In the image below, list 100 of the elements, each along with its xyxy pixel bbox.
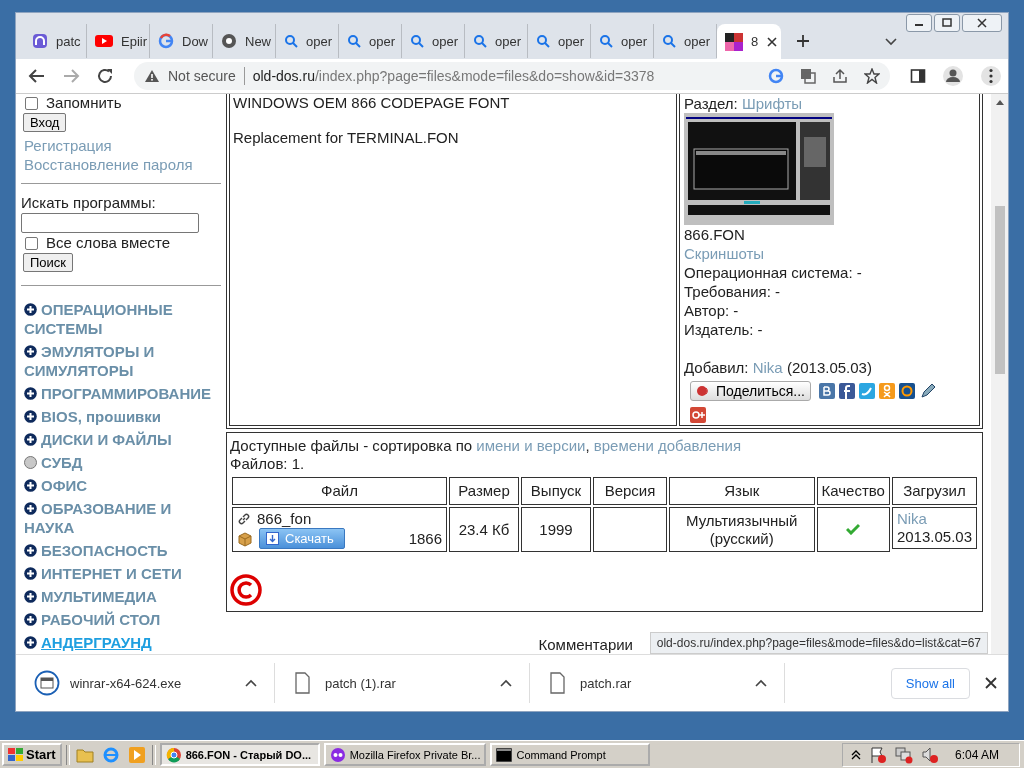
link-icon bbox=[237, 512, 251, 526]
google-plus-icon[interactable] bbox=[690, 407, 706, 423]
address-bar[interactable]: Not secure old-dos.ru/index.php?page=files&mode=files&do=show&id=3378 bbox=[134, 62, 890, 90]
back-icon[interactable] bbox=[28, 67, 46, 85]
google-icon[interactable] bbox=[768, 68, 784, 84]
facebook-icon[interactable] bbox=[839, 383, 855, 399]
size-cell: 23.4 Кб bbox=[449, 507, 519, 552]
browser-tab[interactable]: Epiir bbox=[87, 24, 150, 58]
tab-title: oper bbox=[432, 33, 459, 49]
app-icon bbox=[32, 33, 48, 49]
search-icon bbox=[410, 34, 424, 48]
column-header: Версия bbox=[593, 477, 667, 505]
taskbar-button[interactable]: Command Prompt bbox=[490, 743, 651, 766]
mail-icon[interactable] bbox=[899, 383, 915, 399]
close-icon[interactable] bbox=[984, 676, 998, 690]
star-icon[interactable] bbox=[864, 68, 880, 84]
chevron-down-icon[interactable] bbox=[884, 37, 898, 47]
login-button[interactable]: Вход bbox=[23, 113, 67, 132]
download-count: 1866 bbox=[408, 529, 442, 548]
file-name[interactable]: 866_fon bbox=[257, 510, 312, 528]
info-field: Операционная система: - bbox=[684, 263, 862, 282]
chrome-icon bbox=[221, 33, 237, 49]
share-icon[interactable] bbox=[832, 68, 848, 84]
close-button[interactable] bbox=[962, 14, 1002, 32]
sort-label: Доступные файлы - сортировка по bbox=[230, 437, 473, 454]
language-cell: Мультиязычный (русский) bbox=[669, 507, 815, 552]
download-icon bbox=[266, 532, 279, 545]
reload-icon[interactable] bbox=[96, 67, 114, 85]
remember-label: Запомнить bbox=[46, 94, 122, 112]
flag-icon[interactable] bbox=[868, 745, 887, 764]
dos-logo-icon bbox=[725, 32, 743, 51]
console-icon bbox=[496, 747, 513, 762]
tab-title: oper bbox=[621, 33, 648, 49]
share-button[interactable]: Поделиться... bbox=[690, 381, 811, 401]
taskbar-button[interactable]: Mozilla Firefox Private Br... bbox=[323, 743, 487, 766]
google-icon bbox=[158, 33, 174, 49]
translate-icon[interactable] bbox=[800, 68, 816, 84]
close-tab-icon[interactable] bbox=[766, 35, 779, 48]
search-field[interactable] bbox=[21, 213, 199, 233]
menu-icon[interactable] bbox=[980, 65, 1002, 87]
box-icon bbox=[237, 530, 253, 547]
browser-tab[interactable]: oper bbox=[339, 24, 402, 58]
copyright-icon bbox=[230, 574, 262, 606]
search-button[interactable]: Поиск bbox=[23, 253, 74, 272]
browser-tab[interactable]: Dow bbox=[150, 24, 213, 58]
restore-button[interactable] bbox=[934, 14, 960, 32]
info-field: Издатель: - bbox=[684, 320, 763, 339]
side-panel-icon[interactable] bbox=[910, 68, 926, 84]
browser-tab[interactable]: oper bbox=[276, 24, 339, 58]
search-icon bbox=[536, 34, 550, 48]
tab-title: Dow bbox=[182, 33, 208, 49]
plus-icon bbox=[24, 303, 37, 316]
browser-tab[interactable]: oper bbox=[402, 24, 465, 58]
column-header: Выпуск bbox=[521, 477, 591, 505]
browser-tab[interactable]: oper bbox=[465, 24, 528, 58]
show-all-button[interactable]: Show all bbox=[890, 667, 970, 699]
remember-checkbox[interactable] bbox=[25, 96, 38, 110]
plus-icon bbox=[24, 433, 37, 446]
added-date: (2013.05.03) bbox=[786, 359, 872, 376]
browser-tab[interactable]: New bbox=[213, 24, 276, 58]
added-label: Добавил: bbox=[684, 359, 749, 376]
search-icon bbox=[473, 34, 487, 48]
minimize-button[interactable] bbox=[906, 14, 932, 32]
download-item[interactable]: patch.rar bbox=[542, 663, 785, 703]
search-icon bbox=[347, 34, 361, 48]
scrollbar[interactable] bbox=[991, 94, 1008, 654]
column-header: Язык bbox=[669, 477, 815, 505]
file-count: Файлов: 1. bbox=[230, 455, 305, 473]
tab-title: oper bbox=[306, 33, 333, 49]
download-item[interactable]: winrar-x64-624.exe bbox=[32, 663, 275, 703]
plus-icon bbox=[24, 410, 37, 423]
column-header: Файл bbox=[232, 477, 447, 505]
plus-icon bbox=[24, 544, 37, 557]
browser-tab[interactable]: patc bbox=[24, 24, 87, 58]
pencil-icon[interactable] bbox=[919, 382, 937, 400]
chevron-up-icon[interactable] bbox=[754, 678, 768, 688]
search-label: Искать программы: bbox=[21, 193, 156, 213]
scrollbar-thumb[interactable] bbox=[994, 206, 1005, 374]
chevron-up-icon[interactable] bbox=[244, 678, 258, 688]
browser-tab[interactable]: oper bbox=[528, 24, 591, 58]
all-words-checkbox[interactable] bbox=[25, 236, 38, 250]
description-text: Replacement for TERMINAL.FON bbox=[233, 129, 460, 146]
upload-date: 2013.05.03 bbox=[896, 528, 972, 546]
plus-icon bbox=[24, 567, 37, 580]
new-tab-icon[interactable] bbox=[795, 33, 811, 49]
play-icon bbox=[95, 34, 113, 48]
browser-tab[interactable]: 8 bbox=[717, 24, 781, 59]
installer-icon bbox=[34, 670, 60, 696]
chevron-up-icon[interactable] bbox=[499, 678, 513, 688]
taskbar-button[interactable]: 866.FON - Старый DO... bbox=[159, 743, 320, 766]
start-button[interactable]: Start bbox=[2, 743, 62, 766]
tab-title: 8 bbox=[751, 34, 759, 49]
vk-icon[interactable] bbox=[819, 383, 835, 399]
network-icon[interactable] bbox=[894, 745, 913, 764]
download-item[interactable]: patch (1).rar bbox=[287, 663, 530, 703]
scroll-up-icon[interactable] bbox=[994, 98, 1005, 106]
volume-icon[interactable] bbox=[920, 745, 939, 764]
chevron-up-icon[interactable] bbox=[850, 748, 861, 761]
browser-tab[interactable]: oper bbox=[591, 24, 654, 58]
profile-icon[interactable] bbox=[942, 65, 964, 87]
